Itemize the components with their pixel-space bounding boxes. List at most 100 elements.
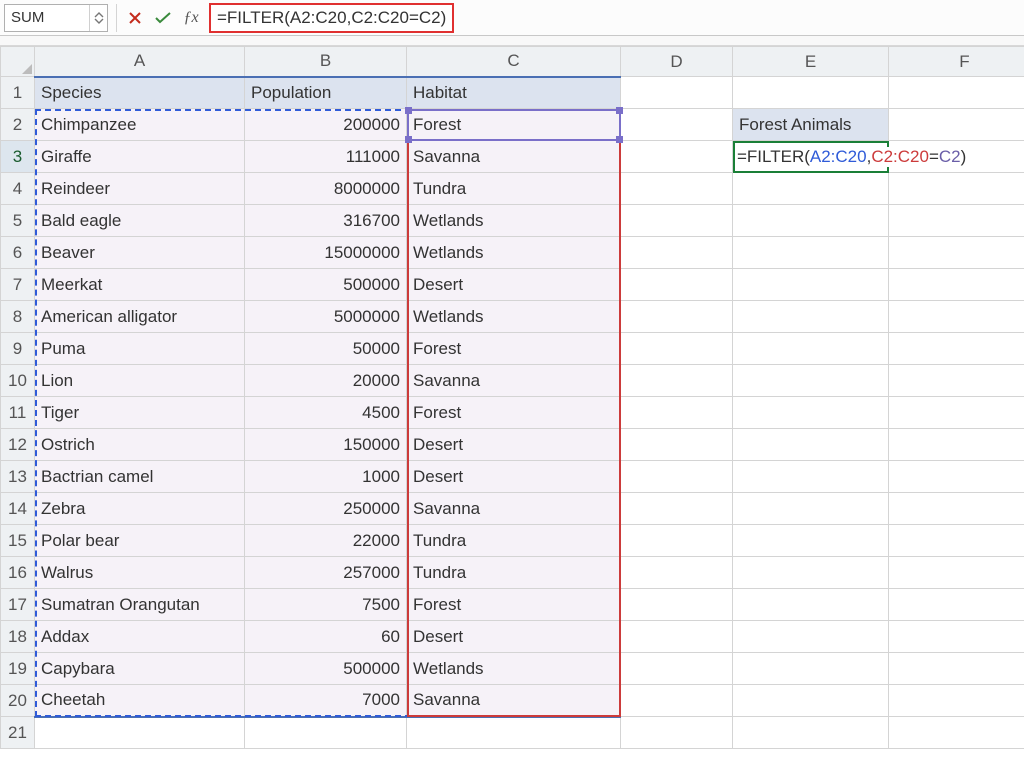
cell-E20[interactable] [733, 685, 889, 717]
cell-C12[interactable]: Desert [407, 429, 621, 461]
enter-button[interactable] [149, 4, 177, 32]
cell-C16[interactable]: Tundra [407, 557, 621, 589]
cell-F2[interactable] [889, 109, 1024, 141]
cell-C10[interactable]: Savanna [407, 365, 621, 397]
cell-C5[interactable]: Wetlands [407, 205, 621, 237]
row-header[interactable]: 2 [1, 109, 35, 141]
cell-D18[interactable] [621, 621, 733, 653]
cell-F6[interactable] [889, 237, 1024, 269]
cell-E14[interactable] [733, 493, 889, 525]
cell-D1[interactable] [621, 77, 733, 109]
cell-C4[interactable]: Tundra [407, 173, 621, 205]
cell-F18[interactable] [889, 621, 1024, 653]
cell-D5[interactable] [621, 205, 733, 237]
cancel-button[interactable] [121, 4, 149, 32]
cell-E12[interactable] [733, 429, 889, 461]
cell-B16[interactable]: 257000 [245, 557, 407, 589]
col-header-E[interactable]: E [733, 47, 889, 77]
cell-B4[interactable]: 8000000 [245, 173, 407, 205]
cell-A10[interactable]: Lion [35, 365, 245, 397]
cell-F5[interactable] [889, 205, 1024, 237]
cell-C21[interactable] [407, 717, 621, 749]
cell-E3[interactable]: =FILTER(A2:C20,C2:C20=C2) [733, 141, 889, 173]
cell-D11[interactable] [621, 397, 733, 429]
cell-F12[interactable] [889, 429, 1024, 461]
cell-A1[interactable]: Species [35, 77, 245, 109]
cell-F11[interactable] [889, 397, 1024, 429]
cell-B10[interactable]: 20000 [245, 365, 407, 397]
cell-A11[interactable]: Tiger [35, 397, 245, 429]
row-header[interactable]: 16 [1, 557, 35, 589]
row-header[interactable]: 10 [1, 365, 35, 397]
cell-C1[interactable]: Habitat [407, 77, 621, 109]
cell-B18[interactable]: 60 [245, 621, 407, 653]
cell-E7[interactable] [733, 269, 889, 301]
cell-F16[interactable] [889, 557, 1024, 589]
cell-D9[interactable] [621, 333, 733, 365]
cell-C19[interactable]: Wetlands [407, 653, 621, 685]
cell-F19[interactable] [889, 653, 1024, 685]
cell-B5[interactable]: 316700 [245, 205, 407, 237]
cell-B8[interactable]: 5000000 [245, 301, 407, 333]
cell-A2[interactable]: Chimpanzee [35, 109, 245, 141]
row-header[interactable]: 5 [1, 205, 35, 237]
row-header[interactable]: 8 [1, 301, 35, 333]
cell-E11[interactable] [733, 397, 889, 429]
cell-D21[interactable] [621, 717, 733, 749]
cell-C18[interactable]: Desert [407, 621, 621, 653]
cell-A4[interactable]: Reindeer [35, 173, 245, 205]
cell-A7[interactable]: Meerkat [35, 269, 245, 301]
cell-C20[interactable]: Savanna [407, 685, 621, 717]
cell-E13[interactable] [733, 461, 889, 493]
cell-D14[interactable] [621, 493, 733, 525]
select-all-corner[interactable] [1, 47, 35, 77]
cell-E8[interactable] [733, 301, 889, 333]
cell-D20[interactable] [621, 685, 733, 717]
cell-D17[interactable] [621, 589, 733, 621]
cell-E21[interactable] [733, 717, 889, 749]
cell-B15[interactable]: 22000 [245, 525, 407, 557]
name-box[interactable]: SUM [4, 4, 108, 32]
cell-E1[interactable] [733, 77, 889, 109]
cell-F8[interactable] [889, 301, 1024, 333]
col-header-D[interactable]: D [621, 47, 733, 77]
col-header-B[interactable]: B [245, 47, 407, 77]
cell-A8[interactable]: American alligator [35, 301, 245, 333]
row-header[interactable]: 3 [1, 141, 35, 173]
cell-C15[interactable]: Tundra [407, 525, 621, 557]
cell-A15[interactable]: Polar bear [35, 525, 245, 557]
row-header[interactable]: 20 [1, 685, 35, 717]
cell-E19[interactable] [733, 653, 889, 685]
cell-A9[interactable]: Puma [35, 333, 245, 365]
col-header-C[interactable]: C [407, 47, 621, 77]
row-header[interactable]: 7 [1, 269, 35, 301]
row-header[interactable]: 4 [1, 173, 35, 205]
cell-D16[interactable] [621, 557, 733, 589]
cell-C6[interactable]: Wetlands [407, 237, 621, 269]
cell-B12[interactable]: 150000 [245, 429, 407, 461]
cell-D10[interactable] [621, 365, 733, 397]
cell-A17[interactable]: Sumatran Orangutan [35, 589, 245, 621]
cell-D12[interactable] [621, 429, 733, 461]
cell-D3[interactable] [621, 141, 733, 173]
cell-A14[interactable]: Zebra [35, 493, 245, 525]
cell-A3[interactable]: Giraffe [35, 141, 245, 173]
cell-E4[interactable] [733, 173, 889, 205]
cell-B14[interactable]: 250000 [245, 493, 407, 525]
cell-D7[interactable] [621, 269, 733, 301]
cell-C17[interactable]: Forest [407, 589, 621, 621]
cell-A12[interactable]: Ostrich [35, 429, 245, 461]
cell-E18[interactable] [733, 621, 889, 653]
cell-C11[interactable]: Forest [407, 397, 621, 429]
cell-C3[interactable]: Savanna [407, 141, 621, 173]
cell-D2[interactable] [621, 109, 733, 141]
cell-A16[interactable]: Walrus [35, 557, 245, 589]
cell-F7[interactable] [889, 269, 1024, 301]
row-header[interactable]: 1 [1, 77, 35, 109]
cell-F13[interactable] [889, 461, 1024, 493]
cell-A19[interactable]: Capybara [35, 653, 245, 685]
cell-A18[interactable]: Addax [35, 621, 245, 653]
cell-A5[interactable]: Bald eagle [35, 205, 245, 237]
cell-A21[interactable] [35, 717, 245, 749]
cell-F14[interactable] [889, 493, 1024, 525]
